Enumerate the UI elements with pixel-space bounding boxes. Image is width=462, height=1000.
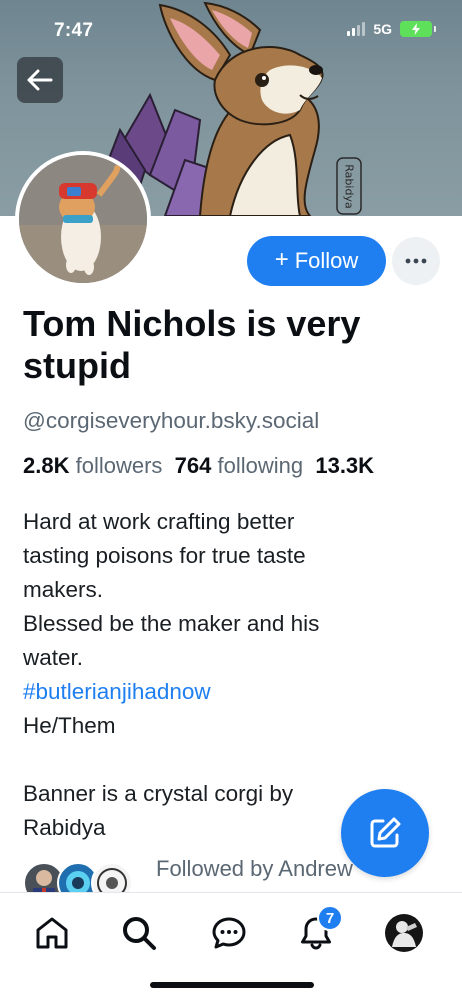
plus-icon: + (274, 246, 289, 273)
network-label: 5G (373, 21, 392, 37)
follow-button[interactable]: + Follow (247, 236, 386, 286)
bio-line: Rabidya (23, 815, 106, 840)
nav-home[interactable] (30, 911, 74, 955)
home-icon (36, 917, 68, 949)
nav-search[interactable] (117, 911, 161, 955)
profile-avatar (385, 914, 423, 952)
status-icons: 5G (347, 21, 436, 37)
bio-blank-line (23, 743, 383, 777)
follow-label: Follow (294, 248, 359, 273)
followers-link[interactable]: 2.8K followers (23, 453, 162, 478)
notification-badge: 7 (317, 905, 343, 931)
arrow-left-icon (27, 69, 53, 91)
status-bar: 7:47 5G (0, 0, 462, 60)
following-label: following (217, 453, 304, 478)
avatar-photo (19, 155, 147, 283)
nav-chat[interactable] (207, 911, 251, 955)
posts-count: 13.3K (315, 453, 375, 478)
search-icon (123, 917, 156, 950)
following-count: 764 (174, 453, 212, 478)
hashtag-link[interactable]: #butlerianjihadnow (23, 675, 383, 709)
nav-profile[interactable] (382, 911, 426, 955)
profile-avatar[interactable] (15, 151, 151, 287)
followed-by-text: Followed by Andrew (156, 856, 353, 881)
bio-line: Banner is a crystal corgi by (23, 781, 294, 806)
following-link[interactable]: 764 following (175, 453, 303, 478)
followers-label: followers (75, 453, 163, 478)
compose-icon (370, 817, 401, 848)
display-name-line: Tom Nichols is very (23, 303, 361, 344)
profile-bio: Hard at work crafting better tasting poi… (23, 505, 383, 845)
signal-bars-icon (347, 22, 366, 36)
bio-line: He/Them (23, 713, 116, 738)
bio-line: Hard at work crafting better (23, 509, 295, 534)
back-button[interactable] (17, 57, 63, 103)
banner-signature: Rabidya (342, 164, 356, 209)
bio-line: water. (23, 645, 84, 670)
followers-count: 2.8K (23, 453, 70, 478)
display-name-line: stupid (23, 345, 131, 386)
chat-icon (212, 917, 246, 949)
home-indicator (150, 982, 314, 988)
ellipsis-icon (405, 258, 427, 264)
status-time: 7:47 (54, 20, 94, 41)
display-name: Tom Nichols is very stupid (23, 303, 443, 387)
follower-avatar (91, 862, 133, 892)
bio-line: Blessed be the maker and his (23, 611, 320, 636)
profile-stats: 2.8K followers 764 following 13.3K (23, 453, 374, 479)
compose-button[interactable] (341, 789, 429, 877)
more-options-button[interactable] (392, 237, 440, 285)
profile-handle: @corgiseveryhour.bsky.social (23, 408, 320, 433)
bio-line: tasting poisons for true taste (23, 543, 306, 568)
followed-by-avatars (23, 862, 143, 892)
battery-charging-icon (400, 21, 436, 37)
bio-line: makers. (23, 577, 104, 602)
